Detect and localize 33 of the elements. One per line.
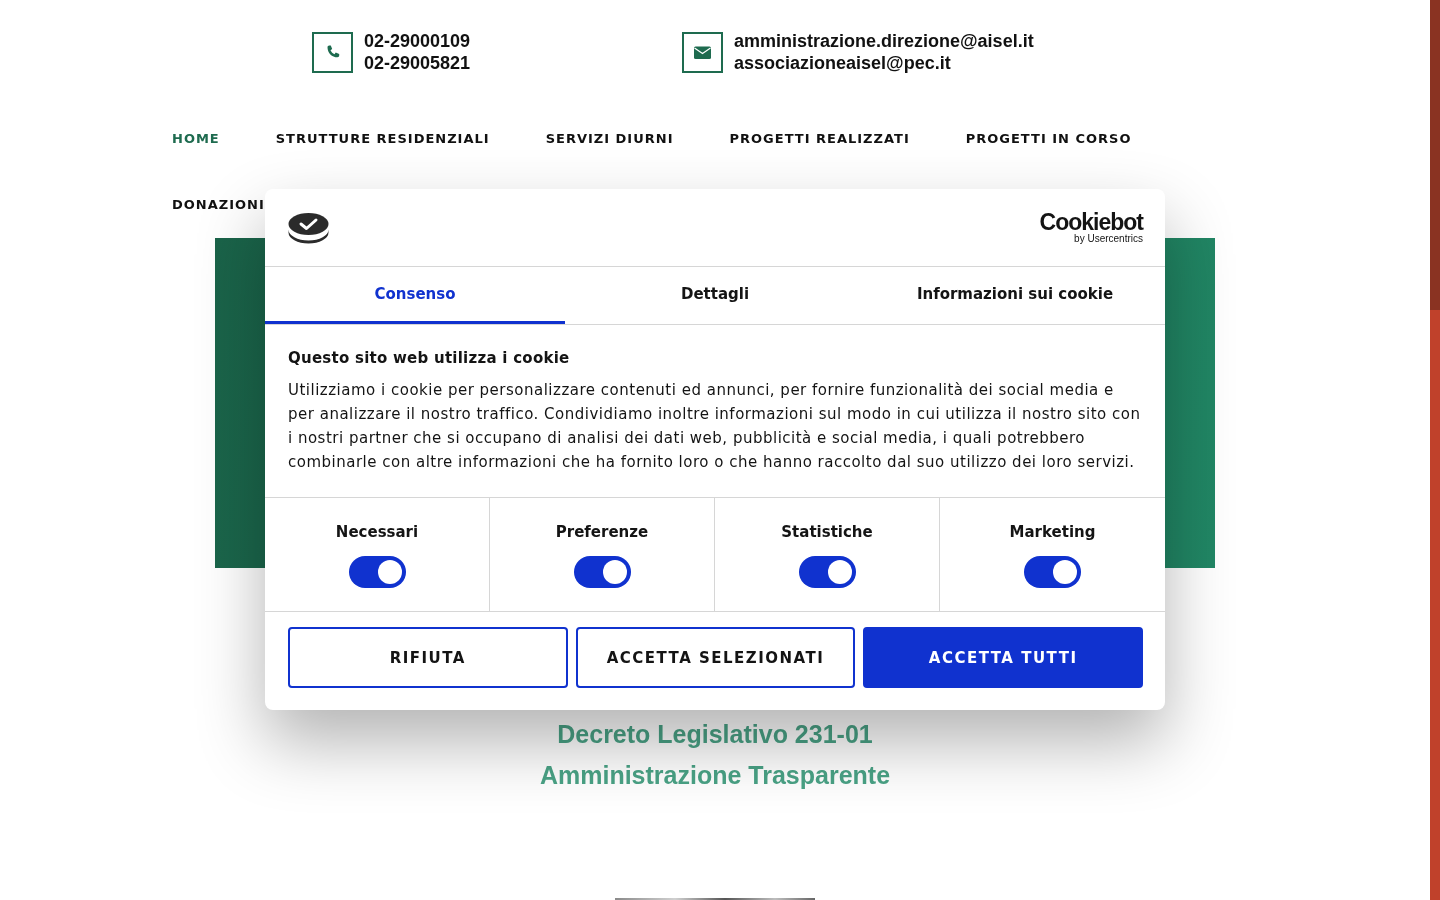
nav-link[interactable]: PROGETTI IN CORSO <box>965 106 1132 172</box>
consent-button[interactable]: RIFIUTA <box>288 627 568 688</box>
nav-link[interactable]: PROGETTI REALIZZATI <box>729 106 910 172</box>
nav-link[interactable]: SERVIZI DIURNI <box>545 106 674 172</box>
email-address[interactable]: associazioneaisel@pec.it <box>734 52 951 74</box>
tab[interactable]: Consenso <box>265 267 565 324</box>
tab[interactable]: Dettagli <box>565 267 865 324</box>
nav-link[interactable]: HOME <box>172 106 220 172</box>
category-label: Preferenze <box>555 522 649 543</box>
consent-button[interactable]: ACCETTA SELEZIONATI <box>575 627 856 688</box>
envelope-icon <box>682 31 723 73</box>
tab[interactable]: Informazioni sui cookie <box>865 267 1165 324</box>
nav-link[interactable]: DONAZIONI <box>172 172 265 238</box>
category-label: Marketing <box>1009 522 1096 543</box>
nav-link[interactable]: STRUTTURE RESIDENZIALI <box>275 106 490 172</box>
category-label: Statistiche <box>781 522 873 543</box>
email-address[interactable]: amministrazione.direzione@aisel.it <box>734 30 1034 52</box>
phone-icon <box>312 31 353 73</box>
phone-number[interactable]: 02-29005821 <box>364 52 471 74</box>
toggle-switch[interactable] <box>798 556 856 588</box>
toggle-switch[interactable] <box>573 556 631 588</box>
brand-tagline: by Usercentrics <box>1074 232 1143 245</box>
scrollbar[interactable] <box>1430 0 1440 900</box>
check-disc-icon <box>288 211 329 244</box>
toggle-switch[interactable] <box>1024 556 1081 588</box>
brand-name: Cookiebot <box>1039 210 1143 233</box>
toggle-switch[interactable] <box>348 556 406 588</box>
dialog-title: Questo sito web utilizza i cookie <box>288 348 571 369</box>
dialog-text: Utilizziamo i cookie per personalizzare contenuti ed annunci, per fornire funzionalità dei social media e per analizzare il nostro traffico. Condividiamo inoltre informazioni sul modo in cui utilizza il nostro sito con i nostri partner che si occupano di analisi dei dati web, pubblicità e social media, i quali potrebbero combinarle con altre informazioni che ha fornito loro o che hanno raccolto dal suo utilizzo dei loro servizi. <box>288 380 1142 473</box>
accept-all-button[interactable]: ACCETTA TUTTI <box>863 627 1143 688</box>
category-label: Necessari <box>335 522 419 543</box>
scrollbar-thumb[interactable] <box>1430 0 1440 310</box>
phone-number[interactable]: 02-29000109 <box>364 30 471 52</box>
